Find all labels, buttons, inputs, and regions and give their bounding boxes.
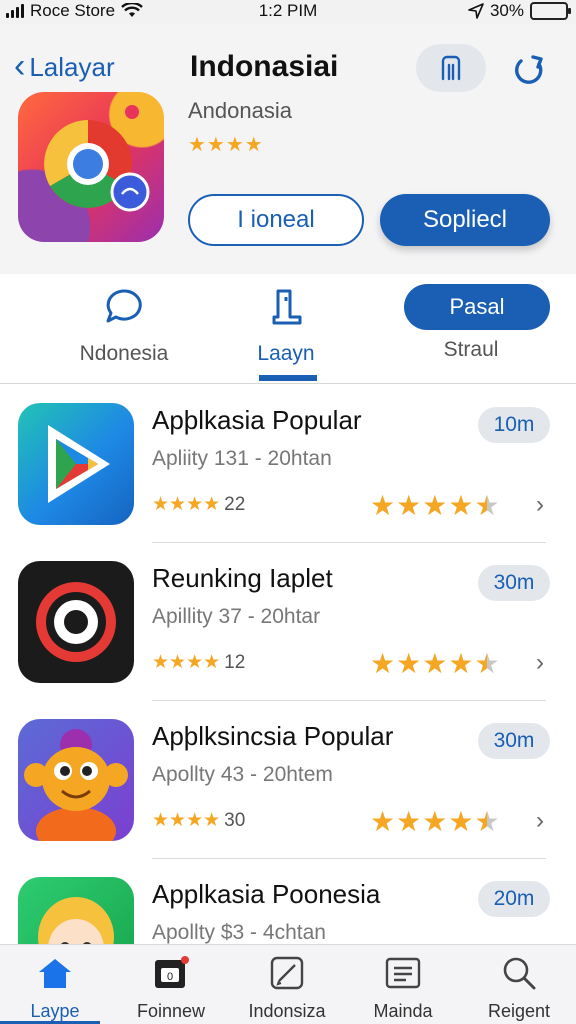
chevron-left-icon: ‹: [14, 46, 26, 85]
rating-star: ★: [448, 490, 474, 521]
rating-star: ★: [396, 806, 422, 837]
nav-laype[interactable]: Laype: [0, 953, 110, 1022]
rating-star: ★: [422, 490, 448, 521]
secondary-button[interactable]: I ioneal: [188, 194, 364, 246]
tab-label: Straul: [443, 338, 499, 361]
status-bar: Roce Store 1:2 PIM 30%: [0, 0, 576, 24]
rating-star: ★: [422, 648, 448, 679]
rating-star: ★: [396, 648, 422, 679]
svg-text:0: 0: [167, 971, 173, 983]
app-meta: Apillity 37 - 20htar: [152, 605, 321, 628]
get-button[interactable]: 10m: [478, 407, 550, 443]
chrome-app-icon: [18, 92, 164, 242]
speech-bubble-icon: [44, 282, 204, 332]
star-rating: ★ ★ ★ ★ ★: [370, 489, 500, 522]
primary-button[interactable]: Sopliecl: [380, 194, 550, 246]
share-button[interactable]: [505, 50, 553, 90]
rating-star: ★: [448, 806, 474, 837]
nav-label: Reigent: [487, 1001, 551, 1021]
tab-laayn[interactable]: Laayn: [206, 282, 366, 366]
refresh-icon: [515, 55, 543, 84]
app-name: Apþlkasia Popular: [152, 405, 362, 435]
list-item[interactable]: Reunking Iaplet Apillity 37 - 20htar ★★★…: [0, 543, 576, 701]
back-label: Lalayar: [29, 52, 115, 82]
chevron-right-icon[interactable]: ›: [536, 649, 544, 677]
location-arrow-icon: [468, 3, 484, 19]
chevron-right-icon[interactable]: ›: [536, 807, 544, 835]
app-subtitle: Andonasia: [188, 98, 292, 123]
list-item[interactable]: Apþlkasia Popular Apliity 131 - 20htan ★…: [0, 385, 576, 543]
rating-star: ★: [474, 648, 500, 679]
mini-stars: ★★★★: [152, 652, 221, 673]
mini-rating: ★★★★ 12: [152, 651, 245, 674]
bookmark-icon: [441, 55, 461, 81]
back-button[interactable]: ‹ Lalayar: [14, 46, 115, 85]
home-icon: [0, 953, 110, 993]
status-right: 30%: [468, 1, 571, 21]
rating-star: ★: [422, 806, 448, 837]
calendar-icon: 0: [116, 953, 226, 993]
star-rating: ★ ★ ★ ★ ★: [370, 805, 500, 838]
bookmark-button[interactable]: [416, 44, 486, 92]
app-meta: Apollty 43 - 20htem: [152, 763, 333, 786]
app-name: Apþlksincsia Popular: [152, 721, 394, 751]
active-tab-indicator: [259, 375, 317, 381]
nav-mainda[interactable]: Mainda: [348, 953, 458, 1022]
rating-star: ★: [396, 490, 422, 521]
play-store-icon: [18, 403, 134, 525]
tab-pasal-button[interactable]: Pasal: [404, 284, 550, 330]
list-icon: [348, 953, 458, 993]
app-meta: Apliity 131 - 20htan: [152, 447, 332, 470]
rating-star: ★: [474, 490, 500, 521]
review-count: 12: [224, 651, 246, 673]
mini-rating: ★★★★ 22: [152, 493, 245, 516]
chevron-right-icon[interactable]: ›: [536, 491, 544, 519]
target-icon: [18, 561, 134, 683]
search-icon: [464, 953, 574, 993]
app-meta: Apollty $3 - 4chtan: [152, 921, 326, 944]
list-item[interactable]: Apþlksincsia Popular Apollty 43 - 20htem…: [0, 701, 576, 859]
rating-star: ★: [474, 806, 500, 837]
nav-foinnew[interactable]: 0 Foinnew: [116, 953, 226, 1022]
rating-star: ★: [370, 806, 396, 837]
nav-label: Indonsiza: [248, 1001, 326, 1021]
mini-rating: ★★★★ 30: [152, 809, 245, 832]
review-count: 22: [224, 493, 246, 515]
bottom-nav: Laype 0 Foinnew Indonsiza Mainda Reigent: [0, 944, 576, 1024]
header-stars: ★★★★: [188, 134, 264, 156]
mini-stars: ★★★★: [152, 494, 221, 515]
monkey-icon: [18, 719, 134, 841]
star-rating: ★ ★ ★ ★ ★: [370, 647, 500, 680]
get-button[interactable]: 30m: [478, 723, 550, 759]
boot-icon: [206, 282, 366, 332]
mini-stars: ★★★★: [152, 810, 221, 831]
edit-icon: [232, 953, 342, 993]
tab-label: Laayn: [257, 342, 315, 365]
battery-percent: 30%: [489, 1, 524, 20]
tab-label: Ndonesia: [79, 342, 169, 365]
app-header: ‹ Lalayar Indonasiai Andonasia ★★★★ I io…: [0, 24, 576, 274]
get-button[interactable]: 20m: [478, 881, 550, 917]
nav-indonsiza[interactable]: Indonsiza: [232, 953, 342, 1022]
nav-label: Foinnew: [136, 1001, 206, 1021]
rating-star: ★: [370, 490, 396, 521]
nav-label: Mainda: [373, 1001, 433, 1021]
get-button[interactable]: 30m: [478, 565, 550, 601]
battery-icon: [530, 2, 571, 20]
rating-star: ★: [370, 648, 396, 679]
app-name: Reunking Iaplet: [152, 563, 333, 593]
app-name: Applkasia Poonesia: [152, 879, 381, 909]
tab-ndonesia[interactable]: Ndonesia: [44, 282, 204, 366]
tab-bar: Ndonesia Laayn Pasal Straul: [0, 274, 576, 384]
review-count: 30: [224, 809, 246, 831]
page-title: Indonasiai: [190, 50, 339, 83]
nav-reigent[interactable]: Reigent: [464, 953, 574, 1022]
rating-star: ★: [448, 648, 474, 679]
nav-label: Laype: [30, 1001, 80, 1021]
